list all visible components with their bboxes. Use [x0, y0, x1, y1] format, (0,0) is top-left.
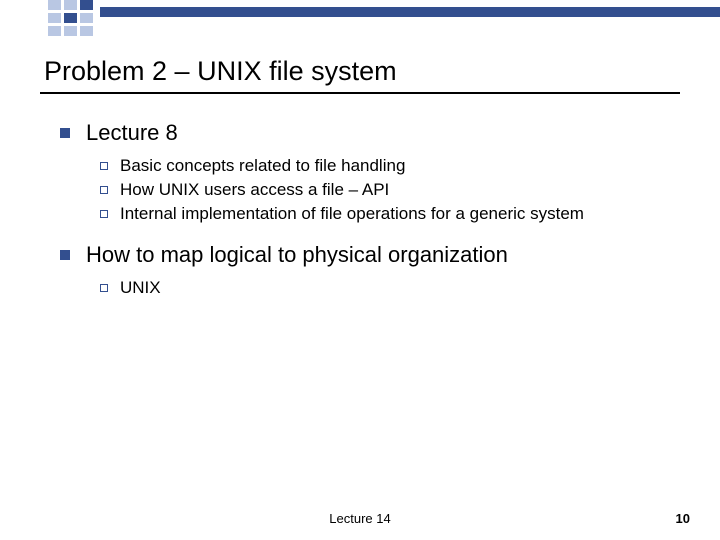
- list-item-label: How to map logical to physical organizat…: [86, 242, 508, 268]
- list-item-label: Lecture 8: [86, 120, 178, 146]
- corner-squares-icon: [48, 0, 93, 36]
- list-item: Basic concepts related to file handling: [100, 156, 680, 176]
- square-bullet-icon: [60, 250, 70, 260]
- footer-center: Lecture 14: [0, 511, 720, 526]
- list-item-label: Basic concepts related to file handling: [120, 156, 405, 176]
- list-item-label: Internal implementation of file operatio…: [120, 204, 584, 224]
- hollow-square-bullet-icon: [100, 162, 108, 170]
- sublist: UNIX: [100, 278, 680, 298]
- title-underline: [40, 92, 680, 94]
- sublist: Basic concepts related to file handling …: [100, 156, 680, 224]
- square-bullet-icon: [60, 128, 70, 138]
- hollow-square-bullet-icon: [100, 186, 108, 194]
- list-item: Lecture 8: [60, 120, 680, 146]
- list-item-label: UNIX: [120, 278, 161, 298]
- hollow-square-bullet-icon: [100, 210, 108, 218]
- slide-body: Lecture 8 Basic concepts related to file…: [60, 120, 680, 316]
- list-item: UNIX: [100, 278, 680, 298]
- slide: Problem 2 – UNIX file system Lecture 8 B…: [0, 0, 720, 540]
- page-number: 10: [676, 511, 690, 526]
- top-decoration: [0, 0, 720, 24]
- slide-title: Problem 2 – UNIX file system: [44, 56, 397, 87]
- list-item: Internal implementation of file operatio…: [100, 204, 680, 224]
- list-item: How to map logical to physical organizat…: [60, 242, 680, 268]
- top-stripe: [100, 7, 720, 17]
- list-item: How UNIX users access a file – API: [100, 180, 680, 200]
- hollow-square-bullet-icon: [100, 284, 108, 292]
- list-item-label: How UNIX users access a file – API: [120, 180, 389, 200]
